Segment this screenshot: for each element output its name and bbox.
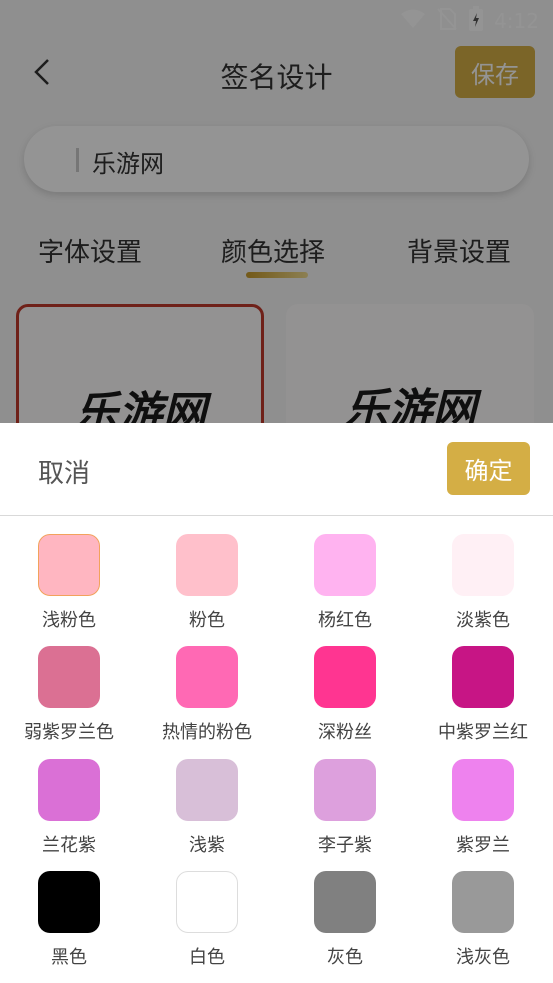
- color-option[interactable]: 浅紫: [138, 748, 276, 860]
- color-option[interactable]: 粉色: [138, 523, 276, 635]
- color-option[interactable]: 紫罗兰: [414, 748, 552, 860]
- color-swatch[interactable]: [314, 534, 376, 596]
- color-label: 淡紫色: [456, 610, 510, 631]
- color-swatch[interactable]: [176, 534, 238, 596]
- color-option[interactable]: 杨红色: [276, 523, 414, 635]
- color-option[interactable]: 热情的粉色: [138, 635, 276, 747]
- color-label: 浅灰色: [456, 947, 510, 968]
- color-option[interactable]: 灰色: [276, 860, 414, 972]
- color-label: 中紫罗兰红: [438, 722, 528, 743]
- color-swatch[interactable]: [452, 759, 514, 821]
- color-label: 杨红色: [318, 610, 372, 631]
- color-label: 浅紫: [189, 835, 225, 856]
- color-option[interactable]: 白色: [138, 860, 276, 972]
- color-swatch[interactable]: [176, 759, 238, 821]
- color-option[interactable]: 李子紫: [276, 748, 414, 860]
- color-label: 李子紫: [318, 835, 372, 856]
- color-label: 紫罗兰: [456, 835, 510, 856]
- color-label: 白色: [189, 947, 225, 968]
- color-option[interactable]: 兰花紫: [0, 748, 138, 860]
- cancel-button[interactable]: 取消: [38, 453, 90, 490]
- color-label: 粉色: [189, 610, 225, 631]
- color-swatch[interactable]: [38, 534, 100, 596]
- color-swatch[interactable]: [176, 871, 238, 933]
- color-label: 浅粉色: [42, 610, 96, 631]
- color-option[interactable]: 浅灰色: [414, 860, 552, 972]
- color-label: 黑色: [51, 947, 87, 968]
- color-picker-sheet: 取消 确定 浅粉色 粉色 杨红色 淡紫色弱紫罗兰色 热情的粉色 深粉丝 中紫罗兰红兰花紫 浅紫…: [0, 423, 553, 983]
- color-option[interactable]: 弱紫罗兰色: [0, 635, 138, 747]
- color-label: 深粉丝: [318, 722, 372, 743]
- color-swatch[interactable]: [314, 646, 376, 708]
- color-label: 兰花紫: [42, 835, 96, 856]
- color-swatch[interactable]: [314, 871, 376, 933]
- color-option[interactable]: 黑色: [0, 860, 138, 972]
- color-swatch[interactable]: [452, 871, 514, 933]
- sheet-header: 取消 确定: [0, 423, 553, 516]
- color-swatch[interactable]: [38, 871, 100, 933]
- confirm-button[interactable]: 确定: [447, 442, 530, 495]
- color-swatch[interactable]: [452, 534, 514, 596]
- color-label: 灰色: [327, 947, 363, 968]
- color-option[interactable]: 淡紫色: [414, 523, 552, 635]
- color-option[interactable]: 深粉丝: [276, 635, 414, 747]
- color-option[interactable]: 中紫罗兰红: [414, 635, 552, 747]
- color-label: 热情的粉色: [162, 722, 252, 743]
- color-swatch[interactable]: [314, 759, 376, 821]
- color-label: 弱紫罗兰色: [24, 722, 114, 743]
- color-swatch[interactable]: [176, 646, 238, 708]
- color-option[interactable]: 浅粉色: [0, 523, 138, 635]
- color-swatch[interactable]: [452, 646, 514, 708]
- color-swatch[interactable]: [38, 646, 100, 708]
- color-swatch[interactable]: [38, 759, 100, 821]
